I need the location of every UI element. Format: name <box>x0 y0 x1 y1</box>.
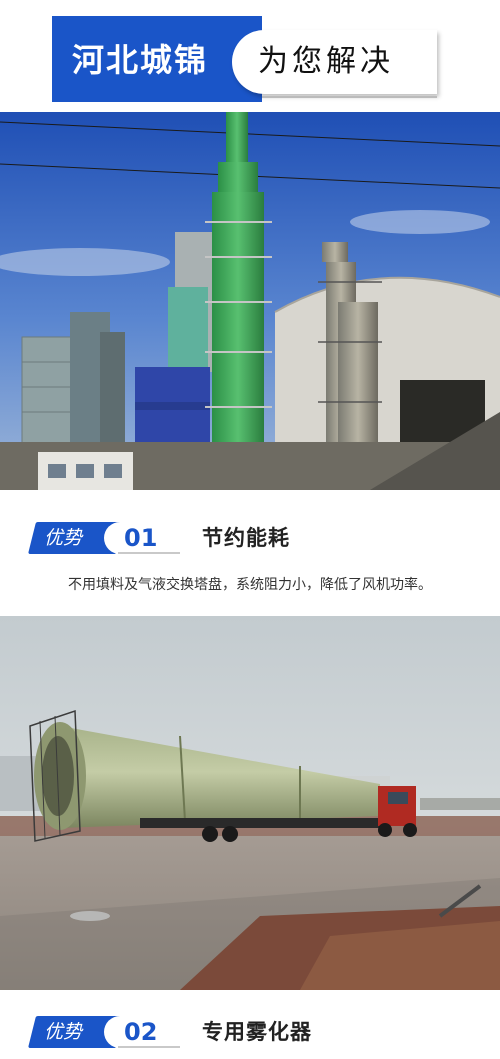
advantage-tag-label: 优势 <box>44 1021 83 1043</box>
advantage-underline <box>118 552 180 554</box>
advantage-number: 01 <box>124 524 158 552</box>
advantage-section-02: 优势 02 专用雾化器 <box>0 1016 500 1056</box>
photo-towers <box>0 112 500 490</box>
advantage-section-01: 优势 01 节约能耗 不用填料及气液交换塔盘，系统阻力小，降低了风机功率。 <box>0 522 500 602</box>
advantage-tag-label: 优势 <box>44 527 83 549</box>
photo-tower-transport <box>0 616 500 990</box>
advantage-underline <box>118 1046 180 1048</box>
advantage-title: 节约能耗 <box>202 526 290 550</box>
advantage-description: 不用填料及气液交换塔盘，系统阻力小，降低了风机功率。 <box>68 577 432 593</box>
advantage-number: 02 <box>124 1018 158 1046</box>
banner-company-name: 河北城锦 <box>72 41 209 79</box>
advantage-title: 专用雾化器 <box>202 1020 312 1044</box>
header-banner: 河北城锦 为您解决 <box>0 0 500 112</box>
banner-slogan: 为您解决 <box>258 44 394 79</box>
banner-underline <box>262 96 437 98</box>
